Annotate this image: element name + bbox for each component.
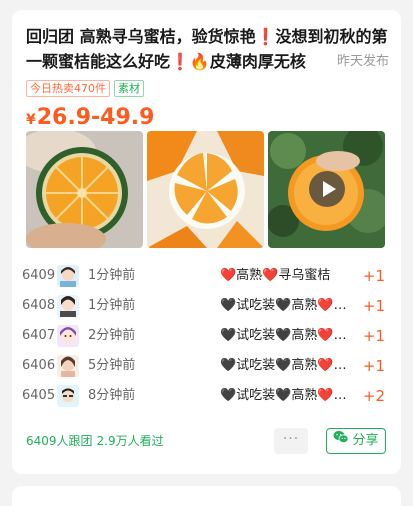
play-icon [322, 181, 336, 197]
buyer-avatar [57, 265, 79, 287]
hot-sale-tag: 今日热卖470件 [26, 80, 110, 97]
order-item: 🖤试吃装🖤高熟❤️寻乌蜜桔 [220, 388, 352, 403]
next-card-edge [12, 486, 401, 506]
order-time: 1分钟前 [88, 298, 136, 313]
order-item: ❤️高熟❤️寻乌蜜桔 [220, 268, 331, 283]
price-value: 26.9-49.9 [36, 105, 155, 130]
order-quantity: +1 [362, 357, 385, 375]
orange-video-thumb[interactable] [268, 131, 385, 248]
order-time: 1分钟前 [88, 268, 136, 283]
order-time: 8分钟前 [88, 388, 136, 403]
order-row[interactable]: 6407 2分钟前 🖤试吃装🖤高熟❤️寻乌蜜桔 +1 [12, 321, 401, 351]
order-row[interactable]: 6408 1分钟前 🖤试吃装🖤高熟❤️寻乌蜜桔 +1 [12, 291, 401, 321]
material-tag[interactable]: 素材 [114, 80, 144, 97]
group-buy-card[interactable]: 回归团 高熟寻乌蜜桔，验货惊艳❗没想到初秋的第一颗蜜桔能这么好吃❗🔥皮薄肉厚无核… [12, 10, 401, 474]
followers-count: 6409人跟团 [26, 434, 93, 448]
more-button[interactable]: ··· [274, 428, 308, 454]
order-time: 5分钟前 [88, 358, 136, 373]
orange-half-photo[interactable] [26, 131, 143, 248]
order-quantity: +2 [362, 387, 385, 405]
order-item: 🖤试吃装🖤高熟❤️寻乌蜜桔 [220, 328, 352, 343]
buyer-avatar [57, 385, 79, 407]
currency-symbol: ¥ [26, 112, 36, 128]
buyer-avatar [57, 355, 79, 377]
recent-orders-list: 6409 1分钟前 ❤️高熟❤️寻乌蜜桔 +1 6408 1分钟前 🖤试吃装🖤高… [12, 261, 401, 411]
order-row[interactable]: 6406 5分钟前 🖤试吃装🖤高熟❤️寻乌蜜桔 +1 [12, 351, 401, 381]
order-number: 6408 [22, 298, 56, 313]
buyer-avatar [57, 325, 79, 347]
play-video-button[interactable] [309, 171, 345, 207]
order-quantity: +1 [362, 327, 385, 345]
wechat-icon [333, 429, 349, 453]
price-range: ¥ 26.9-49.9 [26, 105, 154, 130]
order-quantity: +1 [362, 267, 385, 285]
order-number: 6409 [22, 268, 56, 283]
more-icon: ··· [282, 431, 300, 447]
card-footer: 6409人跟团 2.9万人看过 ··· 分享 [26, 428, 388, 454]
orange-peeled-photo[interactable] [147, 131, 264, 248]
posted-time: 昨天发布 [322, 49, 389, 74]
views-count: 2.9万人看过 [96, 434, 164, 448]
order-number: 6405 [22, 388, 56, 403]
order-row[interactable]: 6405 8分钟前 🖤试吃装🖤高熟❤️寻乌蜜桔 +2 [12, 381, 401, 411]
buyer-avatar [57, 295, 79, 317]
share-label: 分享 [352, 433, 379, 448]
order-row[interactable]: 6409 1分钟前 ❤️高熟❤️寻乌蜜桔 +1 [12, 261, 401, 291]
order-quantity: +1 [362, 297, 385, 315]
order-item: 🖤试吃装🖤高熟❤️寻乌蜜桔 [220, 358, 352, 373]
share-button[interactable]: 分享 [326, 428, 386, 454]
order-number: 6406 [22, 358, 56, 373]
order-time: 2分钟前 [88, 328, 136, 343]
order-number: 6407 [22, 328, 56, 343]
tag-row: 今日热卖470件 素材 [26, 80, 144, 97]
order-item: 🖤试吃装🖤高熟❤️寻乌蜜桔 [220, 298, 352, 313]
group-stats: 6409人跟团 2.9万人看过 [26, 428, 164, 454]
photo-row [26, 131, 385, 248]
